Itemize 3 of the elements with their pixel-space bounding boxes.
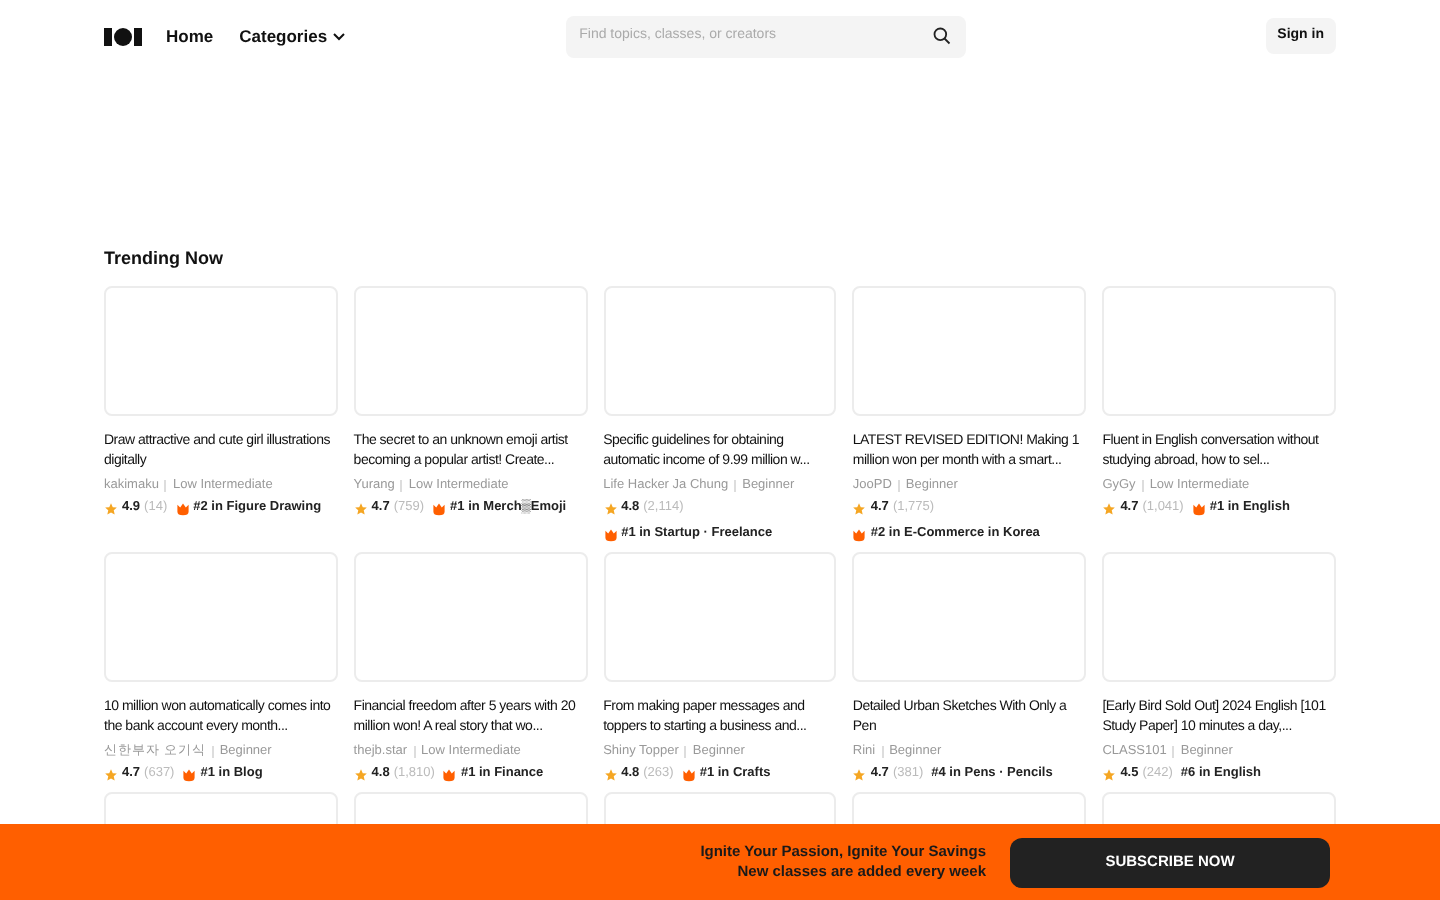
nav-link[interactable]: Home xyxy=(166,23,214,49)
nav-link[interactable]: Categories xyxy=(239,23,346,49)
section-title: Trending Now xyxy=(104,248,225,268)
